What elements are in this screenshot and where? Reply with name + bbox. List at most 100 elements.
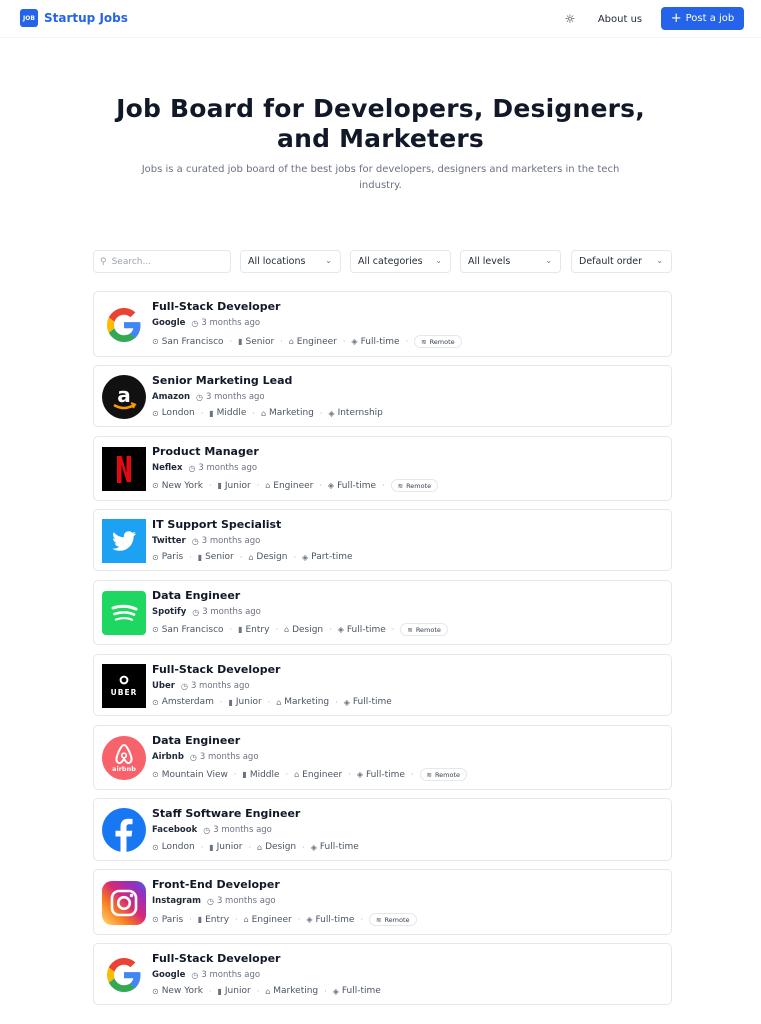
posted-time: ◷ 3 months ago — [207, 896, 276, 906]
posted-time-label: 3 months ago — [201, 536, 261, 546]
google-logo-icon — [101, 302, 146, 347]
job-company-line: Twitter ◷ 3 months ago — [152, 536, 260, 546]
wifi-icon: ≋ — [426, 770, 432, 779]
job-title[interactable]: Data Engineer — [152, 589, 240, 602]
briefcase-icon: ⌂ — [294, 770, 300, 779]
job-card[interactable]: UBER Full-Stack Developer Uber ◷ 3 months… — [93, 654, 672, 716]
briefcase-icon: ⌂ — [288, 337, 294, 346]
brand-logo-icon: JOB — [20, 9, 38, 27]
job-card[interactable]: IT Support Specialist Twitter ◷ 3 months … — [93, 509, 672, 571]
category-select[interactable]: All categories ⌄ — [350, 250, 451, 273]
posted-time: ◷ 3 months ago — [191, 318, 260, 328]
about-us-link[interactable]: About us — [590, 8, 650, 30]
job-title[interactable]: Full-Stack Developer — [152, 663, 280, 676]
airbnb-logo-icon: airbnb — [101, 735, 146, 780]
brand-link[interactable]: JOB Startup Jobs — [20, 9, 128, 27]
location-select[interactable]: All locations ⌄ — [240, 250, 341, 273]
job-title[interactable]: Product Manager — [152, 445, 259, 458]
job-title[interactable]: Senior Marketing Lead — [152, 374, 292, 387]
clock-icon: ◷ — [192, 607, 200, 617]
top-nav: JOB Startup Jobs ☼ About us + Post a job — [0, 0, 761, 38]
level-select[interactable]: All levels ⌄ — [460, 250, 561, 273]
bar-chart-icon: ▮ — [238, 337, 243, 346]
job-meta: ⊙ New York · ▮ Junior · ⌂ Marketing · ◈ Full… — [152, 986, 381, 996]
map-pin-icon: ⊙ — [152, 481, 159, 490]
posted-time: ◷ 3 months ago — [192, 607, 261, 617]
job-location: Amsterdam — [161, 697, 214, 707]
job-card[interactable]: Data Engineer Spotify ◷ 3 months ago ⊙ San… — [93, 580, 672, 645]
job-meta: ⊙ London · ▮ Middle · ⌂ Marketing · ◈ Intern… — [152, 408, 383, 418]
briefcase-icon: ⌂ — [276, 697, 282, 707]
plus-icon: + — [670, 10, 682, 26]
posted-time-label: 3 months ago — [201, 318, 261, 328]
job-card[interactable]: Staff Software Engineer Facebook ◷ 3 mont… — [93, 798, 672, 861]
job-level: Senior — [245, 336, 275, 347]
post-job-button[interactable]: + Post a job — [661, 7, 744, 30]
sun-icon[interactable]: ☼ — [562, 11, 578, 27]
map-pin-icon: ⊙ — [152, 625, 159, 634]
order-select[interactable]: Default order ⌄ — [571, 250, 672, 273]
job-title[interactable]: Data Engineer — [152, 734, 240, 747]
remote-badge: ≋ Remote — [414, 335, 462, 348]
job-company-line: Amazon ◷ 3 months ago — [152, 392, 265, 402]
layers-icon: ◈ — [327, 481, 335, 490]
job-category: Engineer — [296, 336, 337, 347]
job-type: Part-time — [311, 552, 353, 562]
map-pin-icon: ⊙ — [152, 770, 159, 779]
job-card[interactable]: a Senior Marketing Lead Amazon ◷ 3 months… — [93, 365, 672, 427]
job-title[interactable]: Front-End Developer — [152, 878, 280, 891]
spotify-logo-icon — [101, 590, 146, 635]
posted-time-label: 3 months ago — [199, 752, 259, 762]
posted-time-label: 3 months ago — [206, 392, 265, 402]
remote-badge: ≋ Remote — [390, 479, 439, 492]
job-card[interactable]: Full-Stack Developer Google ◷ 3 months ag… — [93, 291, 672, 357]
brand-name: Startup Jobs — [44, 11, 128, 25]
company-name: Instagram — [152, 896, 201, 906]
map-pin-icon: ⊙ — [152, 552, 159, 562]
job-title[interactable]: Staff Software Engineer — [152, 807, 300, 820]
job-company-line: Spotify ◷ 3 months ago — [152, 607, 261, 617]
chevron-down-icon: ⌄ — [325, 256, 332, 265]
remote-label: Remote — [406, 481, 432, 490]
job-meta: ⊙ Paris · ▮ Entry · ⌂ Engineer · ◈ Full-time… — [152, 913, 417, 926]
bar-chart-icon: ▮ — [228, 697, 233, 707]
search-input[interactable] — [111, 256, 222, 267]
job-card[interactable]: Product Manager Neflex ◷ 3 months ago ⊙ Ne… — [93, 436, 672, 501]
hero-section: Job Board for Developers, Designers, and… — [0, 94, 761, 194]
wifi-icon: ≋ — [397, 481, 404, 490]
remote-label: Remote — [429, 337, 455, 346]
wifi-icon: ≋ — [421, 337, 427, 346]
uber-logo-icon: UBER — [101, 663, 146, 708]
posted-time: ◷ 3 months ago — [192, 536, 261, 546]
job-category: Design — [256, 552, 288, 562]
briefcase-icon: ⌂ — [248, 552, 254, 562]
chevron-down-icon: ⌄ — [656, 256, 663, 265]
job-title[interactable]: Full-Stack Developer — [152, 952, 280, 965]
bar-chart-icon: ▮ — [217, 481, 222, 490]
job-title[interactable]: IT Support Specialist — [152, 518, 281, 531]
job-card[interactable]: Front-End Developer Instagram ◷ 3 months … — [93, 869, 672, 935]
uber-logo-text: UBER — [110, 688, 137, 697]
clock-icon: ◷ — [191, 970, 199, 980]
posted-time-label: 3 months ago — [213, 825, 272, 835]
job-meta: ⊙ New York · ▮ Junior · ⌂ Engineer · ◈ Full-… — [152, 479, 439, 492]
job-company-line: Instagram ◷ 3 months ago — [152, 896, 276, 906]
company-name: Facebook — [152, 825, 198, 835]
job-meta: ⊙ San Francisco · ▮ Entry · ⌂ Design · ◈ Ful… — [152, 623, 448, 636]
clock-icon: ◷ — [206, 896, 214, 906]
company-name: Twitter — [152, 536, 186, 546]
company-name: Google — [152, 970, 186, 980]
posted-time: ◷ 3 months ago — [181, 681, 250, 691]
clock-icon: ◷ — [196, 392, 203, 402]
job-card[interactable]: airbnb Data Engineer Airbnb ◷ 3 months ag… — [93, 725, 672, 790]
job-category: Marketing — [269, 408, 314, 418]
job-card[interactable]: Full-Stack Developer Google ◷ 3 months ag… — [93, 943, 672, 1005]
job-title[interactable]: Full-Stack Developer — [152, 300, 280, 313]
job-level: Senior — [205, 552, 234, 562]
remote-badge: ≋ Remote — [369, 913, 417, 926]
job-level: Middle — [249, 769, 280, 780]
posted-time: ◷ 3 months ago — [188, 463, 257, 473]
airbnb-logo-text: airbnb — [112, 765, 136, 773]
job-meta: ⊙ Amsterdam · ▮ Junior · ⌂ Marketing · ◈ Ful… — [152, 697, 392, 707]
clock-icon: ◷ — [191, 536, 199, 546]
